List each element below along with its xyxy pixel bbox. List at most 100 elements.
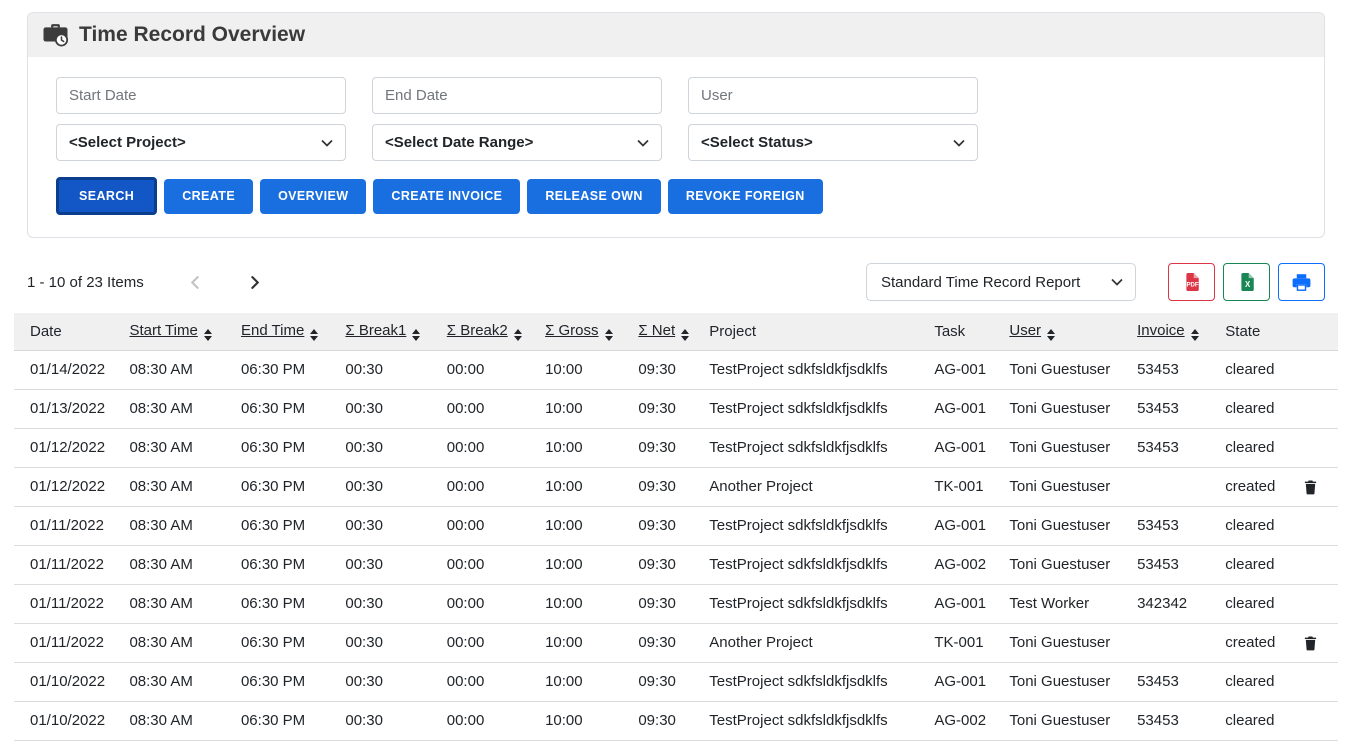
user-input[interactable]: [688, 77, 978, 114]
search-button[interactable]: SEARCH: [56, 177, 157, 215]
revoke-foreign-button[interactable]: REVOKE FOREIGN: [668, 179, 823, 214]
cell-state: cleared: [1217, 350, 1295, 389]
cell-action: [1295, 584, 1338, 623]
start-date-field-wrap: [56, 77, 346, 114]
create-button[interactable]: CREATE: [164, 179, 253, 214]
column-header-break1[interactable]: Σ Break1: [337, 313, 438, 350]
report-select[interactable]: Standard Time Record Report: [866, 263, 1136, 301]
cell-end-time: 06:30 PM: [233, 584, 337, 623]
column-header-invoice[interactable]: Invoice: [1129, 313, 1217, 350]
cell-break1: 00:30: [337, 584, 438, 623]
cell-action: [1295, 545, 1338, 584]
cell-gross: 10:00: [537, 545, 630, 584]
cell-date: 01/11/2022: [14, 506, 121, 545]
cell-task: TK-001: [926, 467, 1001, 506]
release-own-button[interactable]: RELEASE OWN: [527, 179, 660, 214]
cell-date: 01/12/2022: [14, 428, 121, 467]
next-page-button[interactable]: [247, 275, 262, 290]
cell-net: 09:30: [630, 506, 701, 545]
report-select-wrap: Standard Time Record Report: [866, 263, 1136, 301]
cell-user: Toni Guestuser: [1001, 428, 1129, 467]
pdf-file-icon: PDF: [1183, 273, 1201, 291]
cell-date: 01/13/2022: [14, 389, 121, 428]
cell-invoice: [1129, 467, 1217, 506]
cell-break1: 00:30: [337, 428, 438, 467]
start-date-input[interactable]: [56, 77, 346, 114]
cell-task: AG-002: [926, 545, 1001, 584]
cell-task: AG-001: [926, 584, 1001, 623]
sort-icon: [204, 329, 212, 341]
cell-project: TestProject sdkfsldkfjsdklfs: [701, 428, 926, 467]
filter-inputs-row: [56, 77, 1296, 114]
page-title: Time Record Overview: [79, 23, 305, 47]
cell-date: 01/12/2022: [14, 467, 121, 506]
cell-action: [1295, 701, 1338, 740]
cell-state: cleared: [1217, 428, 1295, 467]
table-row: 01/10/2022 08:30 AM 06:30 PM 00:30 00:00…: [14, 701, 1338, 740]
cell-state: cleared: [1217, 701, 1295, 740]
trash-icon: [1303, 479, 1318, 495]
export-excel-button[interactable]: X: [1223, 263, 1270, 301]
table-row: 01/11/2022 08:30 AM 06:30 PM 00:30 00:00…: [14, 584, 1338, 623]
cell-state: cleared: [1217, 545, 1295, 584]
cell-state: cleared: [1217, 662, 1295, 701]
action-buttons-row: SEARCH CREATE OVERVIEW CREATE INVOICE RE…: [56, 177, 1296, 215]
cell-start-time: 08:30 AM: [121, 467, 233, 506]
cell-break2: 00:00: [439, 584, 537, 623]
cell-project: TestProject sdkfsldkfjsdklfs: [701, 584, 926, 623]
cell-end-time: 06:30 PM: [233, 662, 337, 701]
overview-button[interactable]: OVERVIEW: [260, 179, 366, 214]
cell-action: [1295, 467, 1338, 506]
sort-icon: [681, 329, 689, 341]
filter-card: Time Record Overview <Select Project>: [27, 12, 1325, 238]
cell-break1: 00:30: [337, 701, 438, 740]
create-invoice-button[interactable]: CREATE INVOICE: [373, 179, 520, 214]
cell-net: 09:30: [630, 623, 701, 662]
cell-state: cleared: [1217, 584, 1295, 623]
cell-net: 09:30: [630, 545, 701, 584]
delete-button[interactable]: [1303, 635, 1318, 651]
cell-date: 01/10/2022: [14, 662, 121, 701]
cell-net: 09:30: [630, 467, 701, 506]
column-header-break2[interactable]: Σ Break2: [439, 313, 537, 350]
toolbar: 1 - 10 of 23 Items Standard Time Record …: [27, 263, 1325, 301]
briefcase-clock-icon: [42, 23, 69, 47]
user-field-wrap: [688, 77, 978, 114]
cell-net: 09:30: [630, 662, 701, 701]
previous-page-button[interactable]: [188, 275, 203, 290]
toolbar-right: Standard Time Record Report PDF X: [866, 263, 1325, 301]
project-select[interactable]: <Select Project>: [56, 124, 346, 161]
cell-gross: 10:00: [537, 506, 630, 545]
delete-button[interactable]: [1303, 479, 1318, 495]
cell-user: Toni Guestuser: [1001, 701, 1129, 740]
column-header-user[interactable]: User: [1001, 313, 1129, 350]
project-select-wrap: <Select Project>: [56, 124, 346, 161]
cell-start-time: 08:30 AM: [121, 545, 233, 584]
cell-user: Toni Guestuser: [1001, 467, 1129, 506]
cell-net: 09:30: [630, 584, 701, 623]
cell-project: TestProject sdkfsldkfjsdklfs: [701, 350, 926, 389]
cell-break1: 00:30: [337, 506, 438, 545]
cell-invoice: 53453: [1129, 545, 1217, 584]
print-button[interactable]: [1278, 263, 1325, 301]
date-range-select[interactable]: <Select Date Range>: [372, 124, 662, 161]
cell-start-time: 08:30 AM: [121, 701, 233, 740]
export-pdf-button[interactable]: PDF: [1168, 263, 1215, 301]
cell-end-time: 06:30 PM: [233, 467, 337, 506]
column-header-gross[interactable]: Σ Gross: [537, 313, 630, 350]
cell-user: Toni Guestuser: [1001, 662, 1129, 701]
column-header-end-time[interactable]: End Time: [233, 313, 337, 350]
cell-end-time: 06:30 PM: [233, 545, 337, 584]
cell-break2: 00:00: [439, 506, 537, 545]
table-row: 01/12/2022 08:30 AM 06:30 PM 00:30 00:00…: [14, 428, 1338, 467]
cell-end-time: 06:30 PM: [233, 350, 337, 389]
status-select[interactable]: <Select Status>: [688, 124, 978, 161]
end-date-input[interactable]: [372, 77, 662, 114]
column-header-start-time[interactable]: Start Time: [121, 313, 233, 350]
cell-break2: 00:00: [439, 545, 537, 584]
column-header-actions: [1295, 313, 1338, 350]
column-header-net[interactable]: Σ Net: [630, 313, 701, 350]
cell-user: Toni Guestuser: [1001, 623, 1129, 662]
column-header-task: Task: [926, 313, 1001, 350]
cell-task: AG-001: [926, 506, 1001, 545]
